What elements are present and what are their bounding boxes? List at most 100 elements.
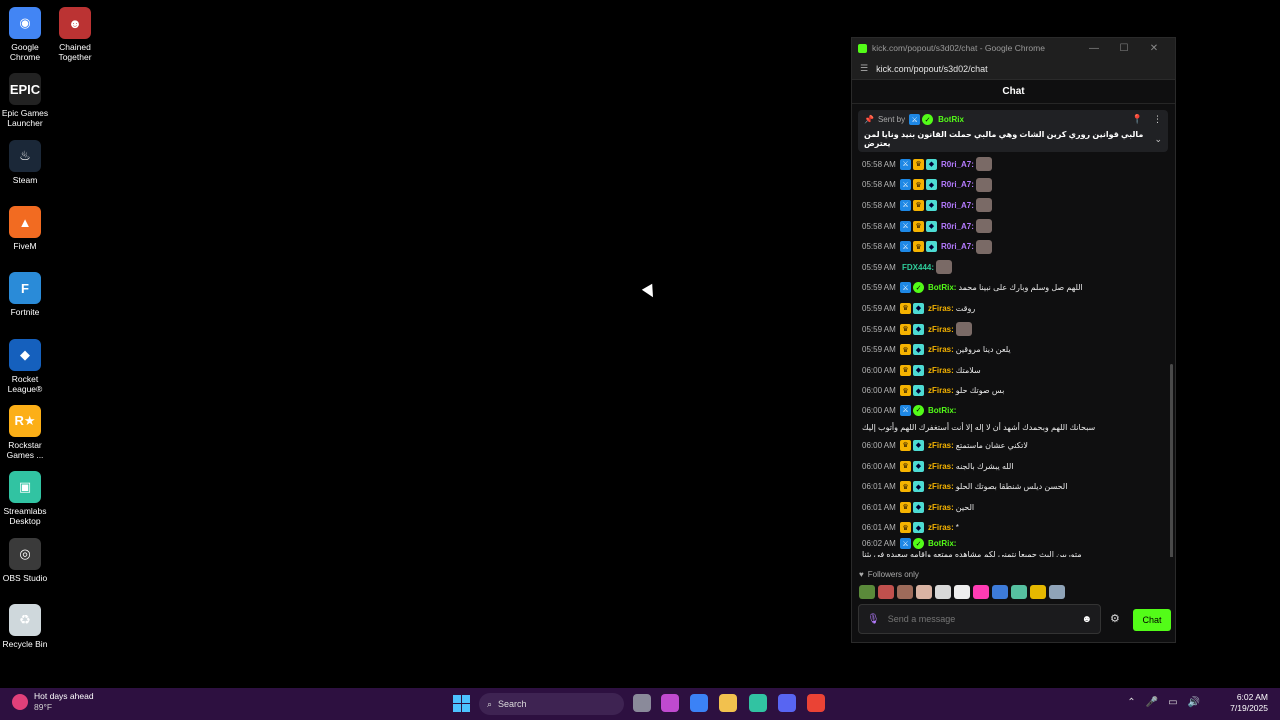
chat-message[interactable]: 06:00 AM ⚔ ✓ BotRix: سبحانك اللهم وبحمدك أشه… (862, 401, 1162, 435)
windows-start-icon[interactable] (453, 695, 470, 712)
quick-emote[interactable] (859, 585, 875, 599)
pinned-message[interactable]: 📌 Sent by ⚔ ✓ BotRix 📍 ⋮ مالبي قوانين رو… (858, 110, 1168, 152)
quick-emote[interactable] (992, 585, 1008, 599)
volume-icon[interactable]: 🔊 (1188, 697, 1200, 708)
chat-message[interactable]: 05:58 AM ⚔ ♛ ◆ R0ri_A7: (862, 195, 1162, 216)
message-username[interactable]: zFiras: (928, 345, 954, 354)
message-username[interactable]: zFiras: (928, 366, 954, 375)
message-username[interactable]: BotRix: (928, 283, 956, 292)
message-username[interactable]: BotRix: (928, 406, 956, 415)
taskbar-clock[interactable]: 6:02 AM 7/19/2025 (1230, 692, 1268, 714)
message-username[interactable]: R0ri_A7: (941, 160, 974, 169)
chat-message[interactable]: 05:59 AM ⚔ ✓ BotRix: اللهم صل وسلم وبارك على… (862, 278, 1162, 299)
desktop-shortcut[interactable]: ▲ FiveM (0, 206, 50, 251)
gear-icon[interactable]: ⚙ (1110, 612, 1120, 625)
chat-message[interactable]: 05:59 AM ♛ ◆ zFiras: (862, 319, 1162, 340)
message-username[interactable]: zFiras: (928, 482, 954, 491)
desktop-shortcut[interactable]: ☻ Chained Together (50, 7, 100, 62)
chevron-down-icon[interactable]: ⌄ (1154, 134, 1162, 145)
followers-only-label: Followers only (867, 570, 919, 579)
quick-emote[interactable] (1011, 585, 1027, 599)
chat-body[interactable]: 📌 Sent by ⚔ ✓ BotRix 📍 ⋮ مالبي قوانين رو… (852, 104, 1175, 557)
message-username[interactable]: zFiras: (928, 304, 954, 313)
chat-message[interactable]: 06:02 AM ⚔ ✓ BotRix: متوريين البث جميعا نتمن… (862, 538, 1162, 557)
message-username[interactable]: zFiras: (928, 462, 954, 471)
microphone-tray-icon[interactable]: 🎤 (1146, 697, 1158, 708)
chat-message[interactable]: 06:01 AM ♛ ◆ zFiras: * (862, 518, 1162, 539)
copilot-icon[interactable] (661, 694, 679, 712)
quick-emote[interactable] (1030, 585, 1046, 599)
message-username[interactable]: BotRix: (928, 539, 956, 548)
quick-emote[interactable] (897, 585, 913, 599)
chat-message[interactable]: 05:58 AM ⚔ ♛ ◆ R0ri_A7: (862, 236, 1162, 257)
quick-emote[interactable] (916, 585, 932, 599)
followers-only-notice: ♥ Followers only (859, 570, 919, 579)
chat-message[interactable]: 06:00 AM ♛ ◆ zFiras: بس صوتك حلو (862, 381, 1162, 402)
chat-message[interactable]: 06:01 AM ♛ ◆ zFiras: الحين (862, 497, 1162, 518)
message-username[interactable]: R0ri_A7: (941, 201, 974, 210)
weather-widget[interactable]: Hot days ahead 89°F (12, 691, 94, 713)
chrome-taskbar-icon[interactable] (807, 694, 825, 712)
message-username[interactable]: zFiras: (928, 441, 954, 450)
send-chat-button[interactable]: Chat (1133, 609, 1171, 631)
chat-message[interactable]: 05:58 AM ⚔ ♛ ◆ R0ri_A7: (862, 175, 1162, 196)
desktop-shortcut[interactable]: R★ Rockstar Games ... (0, 405, 50, 460)
quick-emote[interactable] (954, 585, 970, 599)
chat-message[interactable]: 05:59 AM FDX444: (862, 257, 1162, 278)
desktop-shortcut[interactable]: ◆ Rocket League® (0, 339, 50, 394)
subscriber-badge-icon: ◆ (913, 460, 924, 472)
moderator-badge-icon: ⚔ (909, 114, 921, 125)
taskbar-search[interactable]: ⌕ Search (479, 693, 624, 715)
message-username[interactable]: zFiras: (928, 386, 954, 395)
message-username[interactable]: zFiras: (928, 325, 954, 334)
unpin-icon[interactable]: 📍 (1132, 114, 1143, 125)
close-icon[interactable]: ✕ (1139, 43, 1169, 54)
quick-emote[interactable] (1049, 585, 1065, 599)
chat-message[interactable]: 05:58 AM ⚔ ♛ ◆ R0ri_A7: (862, 216, 1162, 237)
message-username[interactable]: FDX444: (902, 263, 934, 272)
chat-message[interactable]: 05:59 AM ♛ ◆ zFiras: روقت (862, 298, 1162, 319)
quick-emote[interactable] (935, 585, 951, 599)
desktop-shortcut[interactable]: EPIC Epic Games Launcher (0, 73, 50, 128)
desktop-shortcut[interactable]: ♨ Steam (0, 140, 50, 185)
message-username[interactable]: zFiras: (928, 523, 954, 532)
address-bar[interactable]: ☰ kick.com/popout/s3d02/chat (852, 58, 1175, 80)
desktop-shortcut[interactable]: F Fortnite (0, 272, 50, 317)
desktop-shortcut[interactable]: ◎ OBS Studio (0, 538, 50, 583)
discord-icon[interactable] (778, 694, 796, 712)
desktop-shortcut[interactable]: ♻ Recycle Bin (0, 604, 50, 649)
chat-message[interactable]: 05:59 AM ♛ ◆ zFiras: يلعن دينا مروقين (862, 339, 1162, 360)
chat-message[interactable]: 06:00 AM ♛ ◆ zFiras: الله يبشرك بالجنه (862, 456, 1162, 477)
task-view-icon[interactable] (633, 694, 651, 712)
site-info-icon[interactable]: ☰ (860, 63, 868, 74)
chat-message[interactable]: 05:58 AM ⚔ ♛ ◆ R0ri_A7: (862, 154, 1162, 175)
chat-message[interactable]: 06:00 AM ♛ ◆ zFiras: سلامتك (862, 360, 1162, 381)
chrome-window[interactable]: kick.com/popout/s3d02/chat - Google Chro… (851, 37, 1176, 643)
emoji-picker-icon[interactable]: ☻ (1081, 614, 1092, 625)
quick-emote[interactable] (973, 585, 989, 599)
network-icon[interactable]: ▭ (1168, 697, 1177, 708)
chat-message[interactable]: 06:01 AM ♛ ◆ zFiras: الحسن ديلس شنطقا بصوتك … (862, 476, 1162, 497)
microphone-icon[interactable]: 🎙 (867, 614, 880, 625)
maximize-icon[interactable]: ☐ (1109, 43, 1139, 54)
desktop-shortcut[interactable]: ◉ Google Chrome (0, 7, 50, 62)
message-input[interactable] (887, 614, 1082, 624)
store-icon[interactable] (690, 694, 708, 712)
minimize-icon[interactable]: — (1079, 43, 1109, 54)
window-titlebar[interactable]: kick.com/popout/s3d02/chat - Google Chro… (852, 38, 1175, 58)
message-username[interactable]: R0ri_A7: (941, 222, 974, 231)
url-text[interactable]: kick.com/popout/s3d02/chat (876, 64, 988, 74)
message-username[interactable]: zFiras: (928, 503, 954, 512)
message-composer[interactable]: 🎙 ☻ (858, 604, 1101, 634)
streamlabs-taskbar-icon[interactable] (749, 694, 767, 712)
desktop-shortcut[interactable]: ▣ Streamlabs Desktop (0, 471, 50, 526)
message-username[interactable]: R0ri_A7: (941, 242, 974, 251)
more-options-icon[interactable]: ⋮ (1153, 114, 1162, 125)
file-explorer-icon[interactable] (719, 694, 737, 712)
message-username[interactable]: R0ri_A7: (941, 180, 974, 189)
chat-message[interactable]: 06:00 AM ♛ ◆ zFiras: لاتكني عشان ماستمتع (862, 435, 1162, 456)
chat-scrollbar[interactable] (1170, 364, 1173, 557)
quick-emote[interactable] (878, 585, 894, 599)
chevron-up-icon[interactable]: ⌃ (1127, 697, 1135, 708)
pinned-username[interactable]: BotRix (938, 115, 964, 124)
